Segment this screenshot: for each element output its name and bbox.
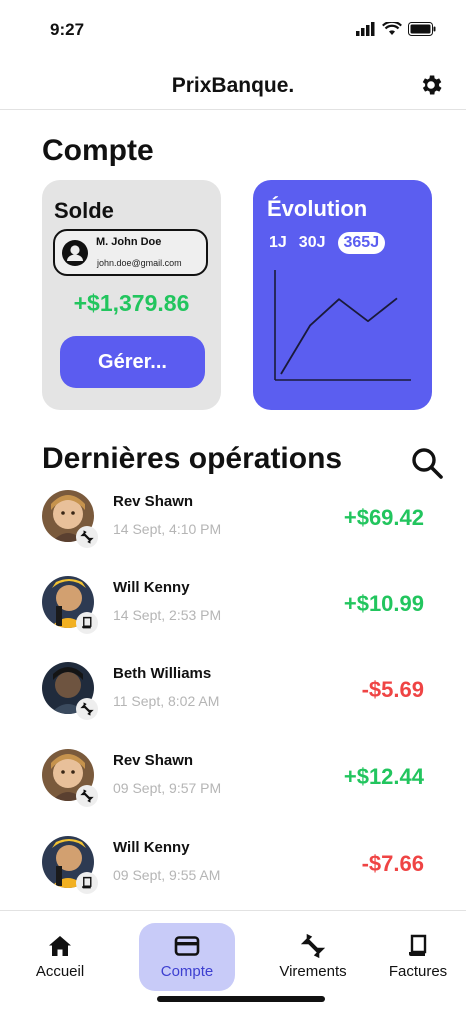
range-tabs: 1J 30J 365J — [269, 232, 386, 254]
status-bar: 9:27 — [0, 0, 466, 60]
operation-name: Rev Shawn — [113, 493, 194, 510]
user-email: john.doe@gmail.com — [97, 258, 182, 268]
home-icon — [49, 936, 71, 956]
nav-label-accueil: Accueil — [35, 963, 85, 980]
balance-amount: +$1,379.86 — [73, 290, 190, 316]
operation-row[interactable]: Rev Shawn 14 Sept, 4:10 PM +$69.42 — [42, 490, 432, 560]
operation-row[interactable]: Will Kenny 09 Sept, 9:55 AM -$7.66 — [42, 836, 432, 906]
operation-amount: -$5.69 — [361, 677, 424, 702]
nav-label-compte: Compte — [160, 963, 214, 980]
transfer-icon — [76, 785, 98, 807]
invoice-icon — [76, 872, 98, 894]
user-pill[interactable]: M. John Doe john.doe@gmail.com — [53, 229, 208, 276]
balance-card: Solde M. John Doe john.doe@gmail.com +$1… — [42, 180, 221, 410]
nav-label-virements: Virements — [279, 963, 347, 980]
operation-amount: +$69.42 — [343, 505, 424, 530]
signal-icon — [356, 22, 375, 36]
app-title: PrixBanque. — [171, 74, 295, 97]
transfer-icon — [76, 698, 98, 720]
battery-icon — [408, 22, 436, 36]
range-tab-365j[interactable]: 365J — [337, 232, 386, 254]
operation-amount: +$10.99 — [343, 591, 424, 616]
nav-item-compte[interactable]: Compte — [139, 923, 235, 991]
user-icon — [62, 240, 88, 266]
home-indicator — [157, 996, 325, 1002]
transfer-icon — [76, 526, 98, 548]
nav-item-factures[interactable]: Factures — [378, 923, 458, 991]
balance-card-title: Solde — [54, 198, 114, 223]
manage-button[interactable]: Gérer... — [60, 336, 205, 388]
invoice-icon — [409, 934, 427, 956]
operation-name: Will Kenny — [113, 839, 190, 856]
evolution-chart — [274, 270, 411, 381]
operation-row[interactable]: Will Kenny 14 Sept, 2:53 PM +$10.99 — [42, 576, 432, 646]
chart-series-line — [280, 297, 398, 375]
wifi-icon — [382, 22, 402, 35]
transfer-icon — [300, 933, 326, 959]
invoice-icon — [76, 612, 98, 634]
nav-item-virements[interactable]: Virements — [268, 923, 358, 991]
operation-name: Rev Shawn — [113, 752, 194, 769]
operation-row[interactable]: Rev Shawn 09 Sept, 9:57 PM +$12.44 — [42, 749, 432, 819]
operation-date: 14 Sept, 2:53 PM — [113, 607, 222, 623]
operation-row[interactable]: Beth Williams 11 Sept, 8:02 AM -$5.69 — [42, 662, 432, 732]
operation-date: 11 Sept, 8:02 AM — [113, 693, 220, 709]
status-time: 9:27 — [50, 20, 85, 39]
section-title-compte: Compte — [42, 134, 154, 167]
operations-title: Dernières opérations — [42, 442, 343, 475]
user-name: M. John Doe — [96, 236, 162, 248]
gear-icon[interactable] — [418, 72, 444, 98]
operation-date: 09 Sept, 9:57 PM — [113, 780, 222, 796]
evolution-card-title: Évolution — [267, 196, 368, 221]
range-tab-30j[interactable]: 30J — [299, 232, 326, 254]
search-icon[interactable] — [410, 446, 444, 480]
operation-amount: -$7.66 — [361, 851, 424, 876]
nav-label-factures: Factures — [388, 963, 448, 980]
operation-amount: +$12.44 — [343, 764, 424, 789]
app-header: PrixBanque. — [0, 60, 466, 110]
nav-item-accueil[interactable]: Accueil — [20, 923, 100, 991]
operation-date: 14 Sept, 4:10 PM — [113, 521, 222, 537]
operation-date: 09 Sept, 9:55 AM — [113, 867, 221, 883]
operation-name: Beth Williams — [113, 665, 212, 682]
status-icons — [356, 22, 436, 36]
card-icon — [174, 936, 200, 956]
range-tab-1j[interactable]: 1J — [269, 232, 287, 254]
evolution-card: Évolution 1J 30J 365J — [253, 180, 432, 410]
operation-name: Will Kenny — [113, 579, 190, 596]
